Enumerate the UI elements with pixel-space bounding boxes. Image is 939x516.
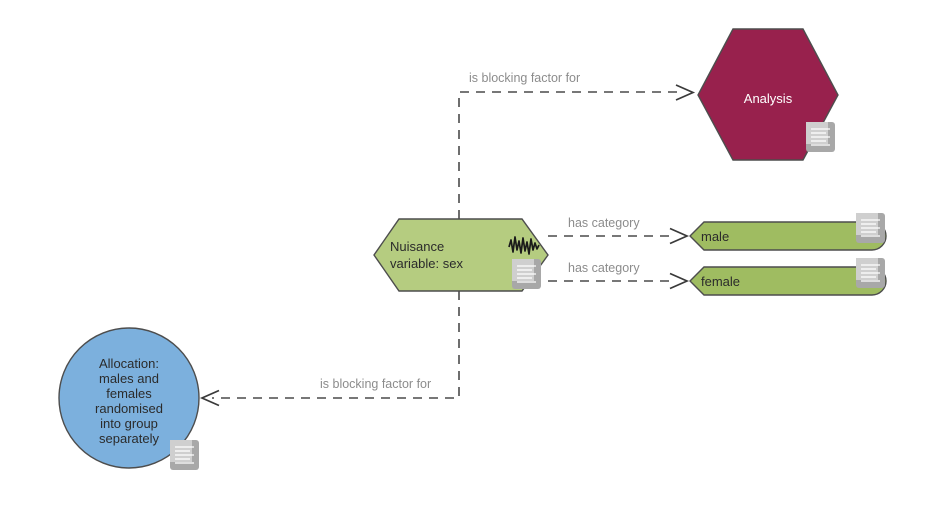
node-nuisance-variable[interactable]: Nuisance variable: sex — [373, 218, 549, 292]
note-icon[interactable] — [856, 213, 885, 243]
edge-has-category-male-arrowhead — [669, 227, 690, 245]
note-icon[interactable] — [856, 258, 885, 288]
edge-has-category-male-label: has category — [568, 216, 640, 230]
edge-blocking-analysis-label: is blocking factor for — [469, 71, 580, 85]
note-icon[interactable] — [512, 259, 541, 289]
edge-blocking-allocation-arrowhead — [199, 389, 220, 407]
node-nuisance-variable-label-line2: variable: sex — [390, 256, 463, 271]
node-female[interactable]: female — [689, 258, 887, 296]
node-analysis-label: Analysis — [744, 91, 793, 106]
diagram-svg: is blocking factor for has category has … — [58, 28, 887, 470]
node-allocation-label-line-0: Allocation: — [99, 356, 159, 371]
node-allocation-label-line-5: separately — [99, 431, 159, 446]
edge-blocking-analysis-arrowhead — [675, 84, 696, 101]
note-icon[interactable] — [806, 122, 835, 152]
node-allocation-label-line-3: randomised — [95, 401, 163, 416]
note-icon[interactable] — [170, 440, 199, 470]
node-allocation-label-line-4: into group — [100, 416, 158, 431]
edge-blocking-analysis[interactable]: is blocking factor for — [458, 71, 696, 219]
node-male-label: male — [701, 229, 729, 244]
node-female-label: female — [701, 274, 740, 289]
node-allocation-label-line-1: males and — [99, 371, 159, 386]
node-nuisance-variable-label-line1: Nuisance — [390, 239, 444, 254]
edge-has-category-female-arrowhead — [669, 272, 690, 290]
diagram-canvas: is blocking factor for has category has … — [0, 0, 939, 516]
node-analysis[interactable]: Analysis — [697, 28, 839, 161]
edge-has-category-female[interactable]: has category — [548, 261, 690, 290]
node-male[interactable]: male — [689, 213, 887, 251]
node-allocation[interactable]: Allocation: males and females randomised… — [58, 327, 200, 470]
edge-has-category-male[interactable]: has category — [548, 216, 690, 245]
edge-blocking-allocation-label: is blocking factor for — [320, 377, 431, 391]
edge-has-category-female-label: has category — [568, 261, 640, 275]
edge-blocking-analysis-path — [458, 91, 682, 219]
node-allocation-label-line-2: females — [106, 386, 152, 401]
edge-blocking-allocation[interactable]: is blocking factor for — [199, 291, 460, 407]
